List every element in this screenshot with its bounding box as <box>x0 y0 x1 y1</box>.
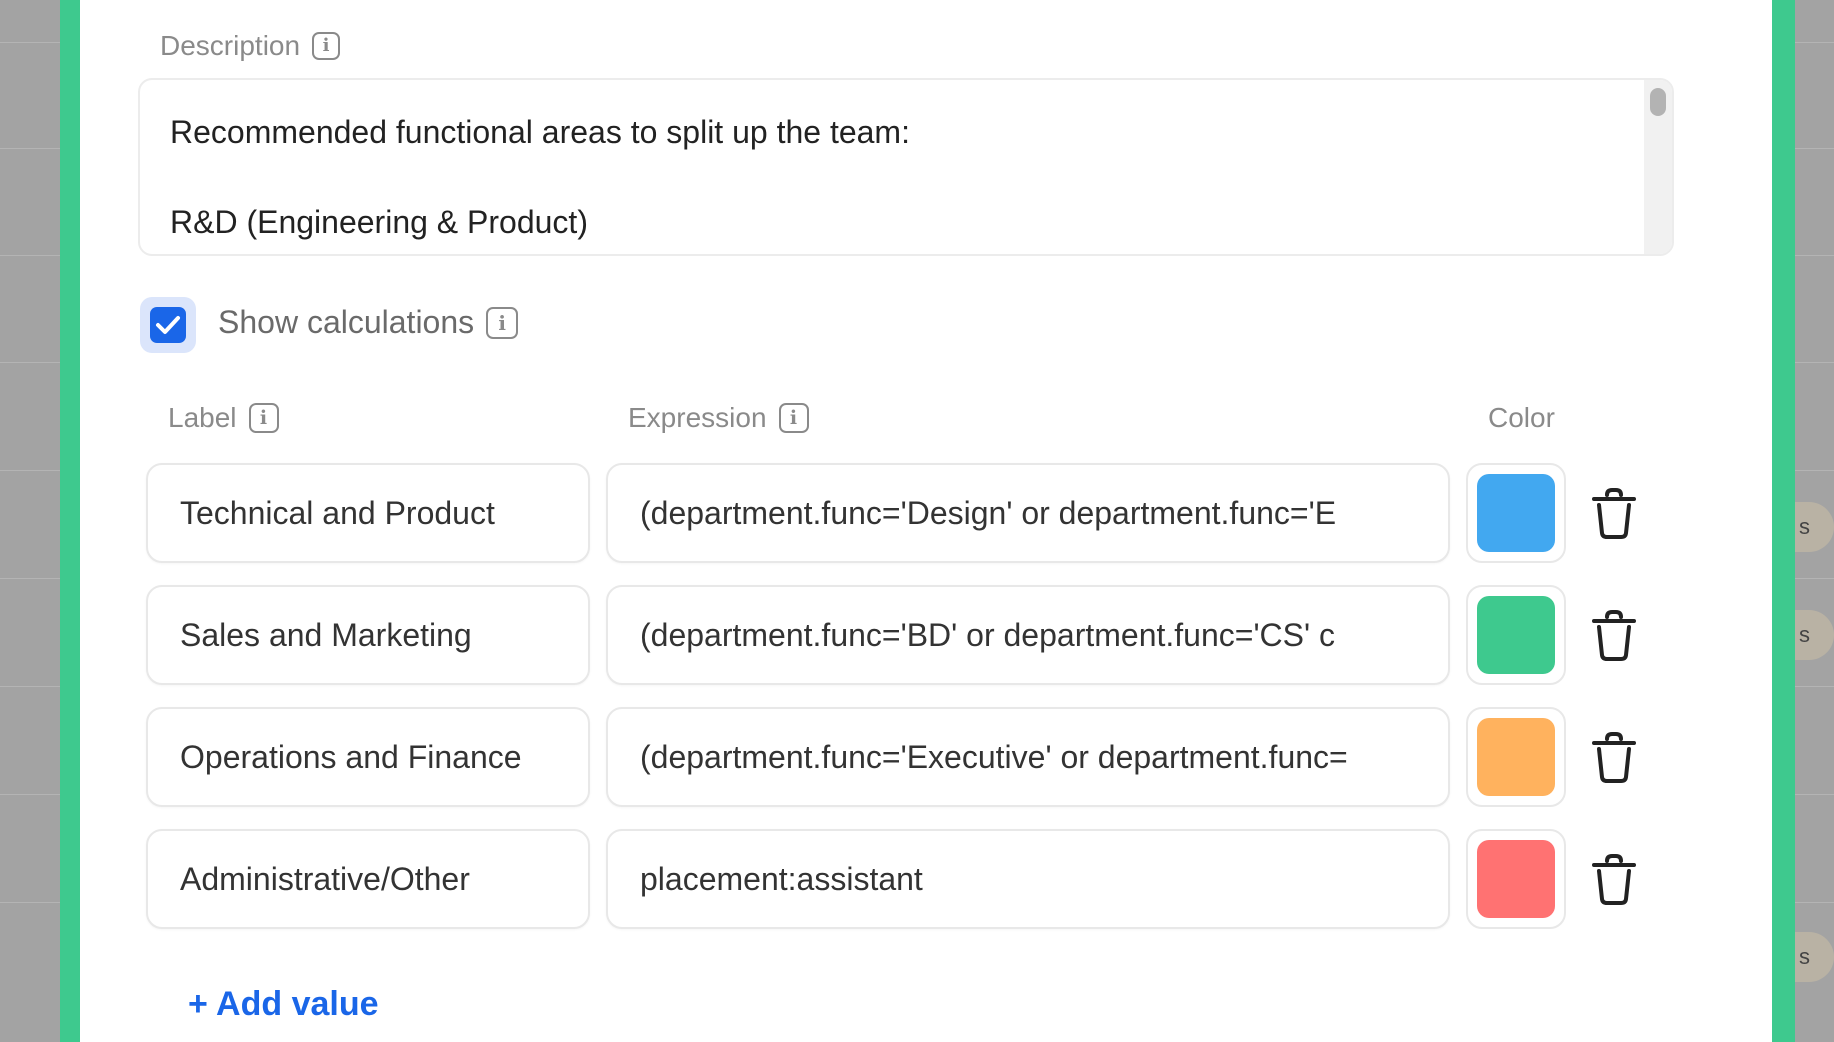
color-picker[interactable] <box>1466 829 1566 929</box>
column-header-expression-text: Expression <box>628 402 767 433</box>
checkmark-icon <box>156 316 180 334</box>
checkbox-box[interactable] <box>150 307 186 343</box>
trash-icon[interactable] <box>1590 853 1638 907</box>
info-icon[interactable]: i <box>486 306 519 339</box>
label-input[interactable]: Administrative/Other <box>146 829 590 929</box>
column-header-color: Color <box>1488 402 1555 434</box>
background-right: s s s <box>1795 0 1834 1042</box>
show-calculations-checkbox[interactable] <box>140 297 196 353</box>
color-swatch <box>1477 718 1555 796</box>
description-label: Description i <box>160 30 341 62</box>
expression-input-value: (department.func='BD' or department.func… <box>640 616 1335 653</box>
color-picker[interactable] <box>1466 707 1566 807</box>
background-badge: s <box>1795 932 1834 982</box>
trash-icon[interactable] <box>1590 609 1638 663</box>
column-header-expression: Expression i <box>628 402 809 434</box>
expression-input-value: (department.func='Executive' or departme… <box>640 738 1348 775</box>
info-icon[interactable]: i <box>248 403 279 433</box>
description-content: Recommended functional areas to split up… <box>170 114 910 254</box>
show-calculations-label[interactable]: Show calculations i <box>218 304 519 341</box>
description-scrollbar-thumb[interactable] <box>1650 88 1666 116</box>
info-icon[interactable]: i <box>312 32 341 60</box>
expression-input[interactable]: placement:assistant <box>606 829 1450 929</box>
calculation-row: Operations and Finance (department.func=… <box>0 707 1692 807</box>
description-line: R&D (Engineering & Product) <box>170 204 588 240</box>
column-header-label-text: Label <box>168 402 237 433</box>
modal-frame-right <box>1772 0 1795 1042</box>
expression-input[interactable]: (department.func='Executive' or departme… <box>606 707 1450 807</box>
column-header-label: Label i <box>168 402 279 434</box>
label-input-value: Sales and Marketing <box>180 616 472 653</box>
column-header-color-text: Color <box>1488 402 1555 433</box>
color-picker[interactable] <box>1466 585 1566 685</box>
color-swatch <box>1477 474 1555 552</box>
label-input-value: Technical and Product <box>180 494 495 531</box>
background-badge-text: s <box>1799 944 1810 969</box>
expression-input-value: (department.func='Design' or department.… <box>640 494 1337 531</box>
color-swatch <box>1477 596 1555 674</box>
expression-input[interactable]: (department.func='Design' or department.… <box>606 463 1450 563</box>
expression-input[interactable]: (department.func='BD' or department.func… <box>606 585 1450 685</box>
label-input-value: Administrative/Other <box>180 860 470 897</box>
label-input-value: Operations and Finance <box>180 738 522 775</box>
color-picker[interactable] <box>1466 463 1566 563</box>
label-input[interactable]: Sales and Marketing <box>146 585 590 685</box>
calculation-row: Technical and Product (department.func='… <box>0 463 1692 563</box>
description-label-text: Description <box>160 30 301 61</box>
add-value-button[interactable]: + Add value <box>188 985 379 1024</box>
background-badge: s <box>1795 502 1834 552</box>
show-calculations-text: Show calculations <box>218 304 475 340</box>
calculation-row: Administrative/Other placement:assistant <box>0 829 1692 929</box>
calculation-row: Sales and Marketing (department.func='BD… <box>0 585 1692 685</box>
description-line: Recommended functional areas to split up… <box>170 114 910 150</box>
background-badge-text: s <box>1799 514 1810 539</box>
background-badge: s <box>1795 610 1834 660</box>
expression-input-value: placement:assistant <box>640 860 923 897</box>
info-icon[interactable]: i <box>778 403 809 433</box>
label-input[interactable]: Technical and Product <box>146 463 590 563</box>
background-badge-text: s <box>1799 622 1810 647</box>
trash-icon[interactable] <box>1590 487 1638 541</box>
color-swatch <box>1477 840 1555 918</box>
label-input[interactable]: Operations and Finance <box>146 707 590 807</box>
trash-icon[interactable] <box>1590 731 1638 785</box>
description-textarea[interactable]: Recommended functional areas to split up… <box>138 78 1674 256</box>
description-scrollbar[interactable] <box>1644 80 1672 254</box>
